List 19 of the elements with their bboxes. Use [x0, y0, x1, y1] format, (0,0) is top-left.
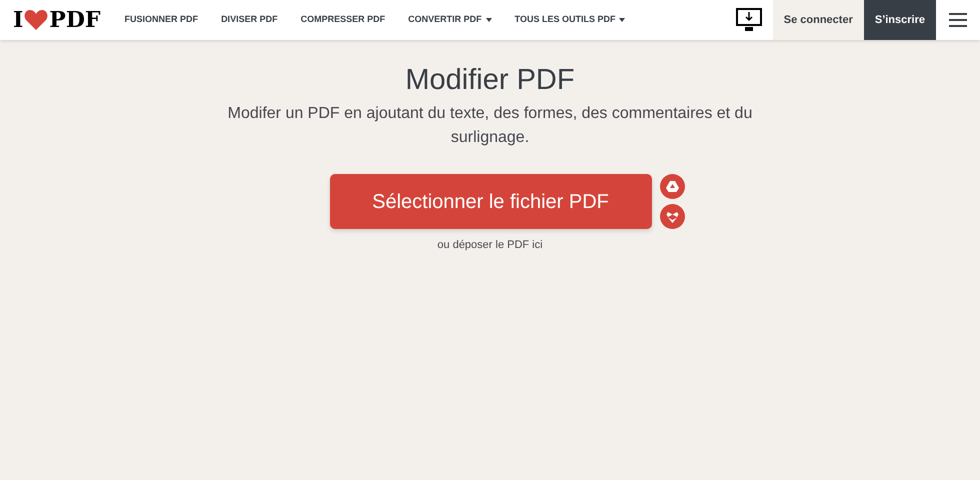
page-title: Modifier PDF	[405, 63, 575, 98]
drop-hint: ou déposer le PDF ici	[437, 238, 543, 254]
drive-icon[interactable]	[660, 174, 684, 200]
page-subtitle: Modifer un PDF en ajoutant du texte, des formes, des commentaires et du surlignage.	[226, 104, 754, 148]
logo-text: PDF	[49, 9, 101, 31]
nav-link[interactable]: FUSIONNER PDF	[124, 13, 198, 27]
caret-icon	[486, 18, 492, 22]
select-file-button[interactable]: Sélectionner le fichier PDF	[330, 174, 652, 230]
nav-link[interactable]: CONVERTIR PDF	[408, 13, 492, 27]
login-button[interactable]: Se connecter	[772, 0, 864, 40]
nav-link[interactable]: COMPRESSER PDF	[300, 13, 386, 27]
caret-icon	[619, 18, 626, 22]
nav-link[interactable]: TOUS LES OUTILS PDF	[514, 13, 626, 27]
logo-text: I	[13, 9, 24, 31]
desktop-download-icon	[736, 8, 762, 32]
nav-link[interactable]: DIVISER PDF	[221, 13, 278, 27]
menu-icon[interactable]	[949, 13, 967, 27]
heart-icon	[24, 9, 48, 31]
signup-button[interactable]: S’inscrire	[864, 0, 936, 40]
